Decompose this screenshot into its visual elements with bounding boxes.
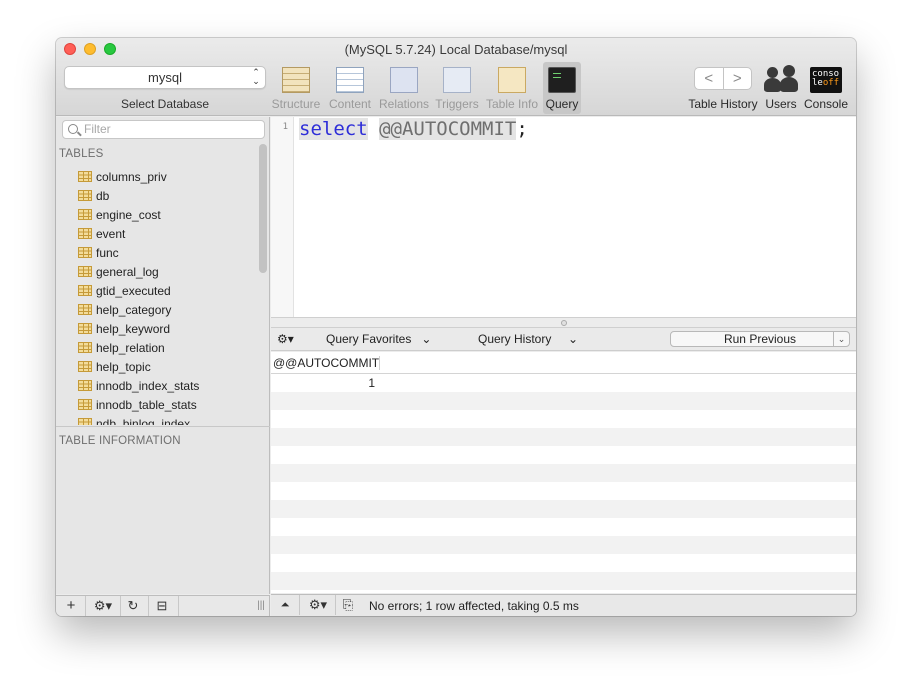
table-list-item[interactable]: help_relation [56,338,256,357]
query-gear-menu-icon[interactable]: ⚙▾ [277,332,294,346]
database-select-value: mysql [148,70,182,85]
tab-table-info[interactable]: Table Info [486,62,538,114]
table-icon [78,323,92,334]
table-icon [78,380,92,391]
table-row[interactable]: 1 [271,374,856,392]
table-list-item[interactable]: event [56,224,256,243]
query-bar: ⚙▾ Query Favorites ⌄ Query History ⌄ Run… [271,328,856,351]
table-icon [78,304,92,315]
table-list-item[interactable]: columns_priv [56,167,256,186]
table-icon [78,190,92,201]
triggers-icon [443,67,471,93]
table-list-item[interactable]: engine_cost [56,205,256,224]
toggle-panel-icon[interactable]: ⏶ [277,595,293,615]
toolbar: (MySQL 5.7.24) Local Database/mysql mysq… [56,38,856,116]
tables-section-title: TABLES [59,148,104,160]
table-history-label: Table History [688,97,758,111]
sql-terminator: ; [516,118,528,140]
table-icon [78,418,92,425]
editor-results-splitter[interactable] [271,317,856,328]
line-number: 1 [282,122,288,132]
sidebar: Filter TABLES columns_priv db engine_cos… [56,117,270,594]
structure-icon [282,67,310,93]
tab-query[interactable]: Query [543,62,581,114]
results-table: @@AUTOCOMMIT 1 [271,352,856,593]
results-header: @@AUTOCOMMIT [271,352,856,374]
users-icon [764,63,798,93]
sidebar-divider[interactable] [56,426,270,427]
line-number-gutter: 1 [271,117,294,317]
run-previous-button[interactable]: Run Previous ⌄ [670,331,850,347]
table-icon [78,228,92,239]
table-icon [78,247,92,258]
table-icon [78,285,92,296]
table-list-item[interactable]: help_category [56,300,256,319]
splitter-handle-icon [561,320,567,326]
results-body: 1 [271,374,856,593]
table-list-item[interactable]: help_topic [56,357,256,376]
table-list-item[interactable]: db [56,186,256,205]
tab-triggers[interactable]: Triggers [431,62,483,114]
query-editor[interactable]: 1 select @@AUTOCOMMIT; [271,117,856,317]
table-icon [78,361,92,372]
sql-variable: @@AUTOCOMMIT [379,118,517,140]
sql-keyword: select [299,118,368,140]
status-bar: ⏶ ⚙▾ ⎘ No errors; 1 row affected, taking… [271,594,856,616]
resize-handle-icon[interactable]: ||| [254,596,268,616]
table-list-item[interactable]: ndb_binlog_index [56,414,256,425]
search-icon [68,124,78,134]
query-icon [548,67,576,93]
table-info-section-title: TABLE INFORMATION [59,435,181,447]
table-list-scrollbar[interactable] [259,144,267,273]
tab-content[interactable]: Content [324,62,376,114]
copy-results-icon[interactable]: ⎘ [339,595,357,615]
filter-placeholder: Filter [84,122,111,136]
tab-relations[interactable]: Relations [378,62,430,114]
table-history-button[interactable]: Table History [688,62,757,114]
query-favorites-menu[interactable]: Query Favorites ⌄ [326,332,431,346]
table-icon [78,209,92,220]
database-select-caption: Select Database [120,97,210,111]
table-icon [78,266,92,277]
table-cell[interactable]: 1 [271,376,375,390]
console-label: Console [803,97,849,111]
table-icon [78,171,92,182]
window-title: (MySQL 5.7.24) Local Database/mysql [344,42,568,57]
table-icon [78,399,92,410]
relations-icon [390,67,418,93]
query-history-menu[interactable]: Query History ⌄ [478,332,578,346]
table-icon [78,342,92,353]
query-text[interactable]: select @@AUTOCOMMIT; [299,118,528,140]
updown-chevron-icon: ⌃ ⌄ [252,67,260,86]
tab-structure[interactable]: Structure [270,62,322,114]
chevron-down-icon[interactable]: ⌄ [833,332,849,346]
table-list-item[interactable]: func [56,243,256,262]
tab-table-info-label: Table Info [485,97,539,111]
refresh-icon[interactable]: ↻ [124,596,142,616]
table-list-item[interactable]: innodb_index_stats [56,376,256,395]
table-list-item[interactable]: gtid_executed [56,281,256,300]
column-header[interactable]: @@AUTOCOMMIT [273,356,379,370]
console-button[interactable]: conso leoff Console [800,62,852,114]
toggle-info-icon[interactable]: ⊟ [153,596,171,616]
table-list: columns_priv db engine_cost event func g… [56,167,256,425]
add-table-button[interactable]: + [62,596,80,616]
table-info-icon [498,67,526,93]
console-icon: conso leoff [810,67,842,93]
table-filter-input[interactable]: Filter [62,120,265,139]
table-list-item[interactable]: general_log [56,262,256,281]
tab-query-label: Query [545,97,579,111]
app-window: (MySQL 5.7.24) Local Database/mysql mysq… [56,38,856,616]
table-list-item[interactable]: help_keyword [56,319,256,338]
table-list-item[interactable]: innodb_table_stats [56,395,256,414]
results-gear-menu-icon[interactable]: ⚙▾ [305,595,331,615]
database-select[interactable]: mysql ⌃ ⌄ [64,66,266,89]
content-icon [336,67,364,93]
gear-menu-icon[interactable]: ⚙▾ [90,596,116,616]
sidebar-footer: + ⚙▾ ↻ ⊟ ||| [56,595,270,616]
status-message: No errors; 1 row affected, taking 0.5 ms [369,599,579,613]
